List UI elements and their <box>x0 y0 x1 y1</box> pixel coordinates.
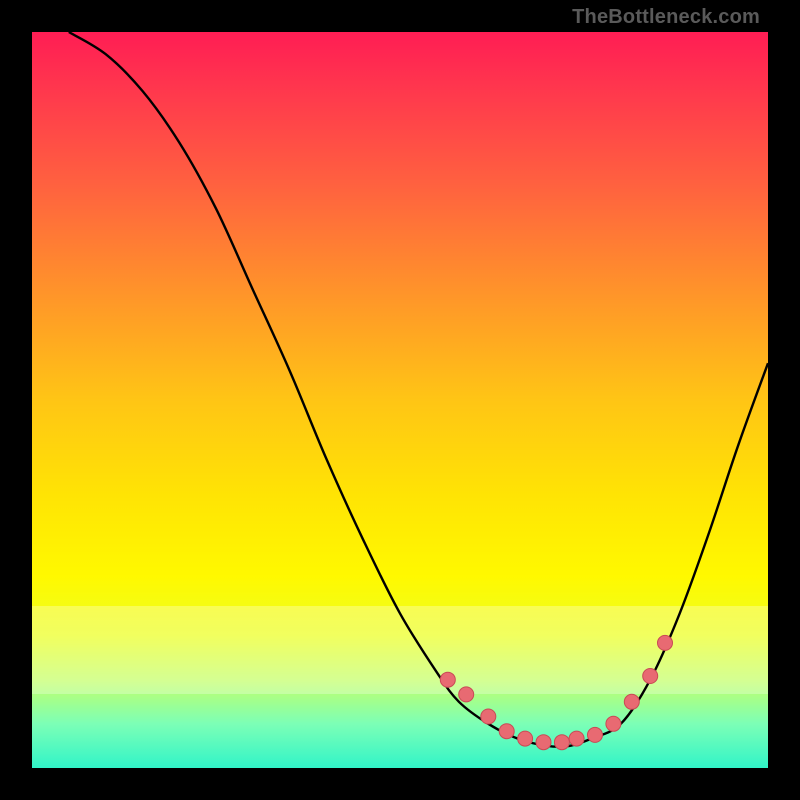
marker-dot <box>481 709 496 724</box>
marker-group <box>440 635 672 749</box>
marker-dot <box>518 731 533 746</box>
chart-svg <box>32 32 768 768</box>
marker-dot <box>440 672 455 687</box>
marker-dot <box>536 735 551 750</box>
plot-area <box>32 32 768 768</box>
marker-dot <box>624 694 639 709</box>
marker-dot <box>658 635 673 650</box>
marker-dot <box>588 727 603 742</box>
marker-dot <box>643 669 658 684</box>
marker-dot <box>606 716 621 731</box>
marker-dot <box>554 735 569 750</box>
marker-dot <box>569 731 584 746</box>
marker-dot <box>499 724 514 739</box>
marker-dot <box>459 687 474 702</box>
brand-watermark: TheBottleneck.com <box>572 6 760 29</box>
chart-frame: TheBottleneck.com <box>0 0 800 800</box>
